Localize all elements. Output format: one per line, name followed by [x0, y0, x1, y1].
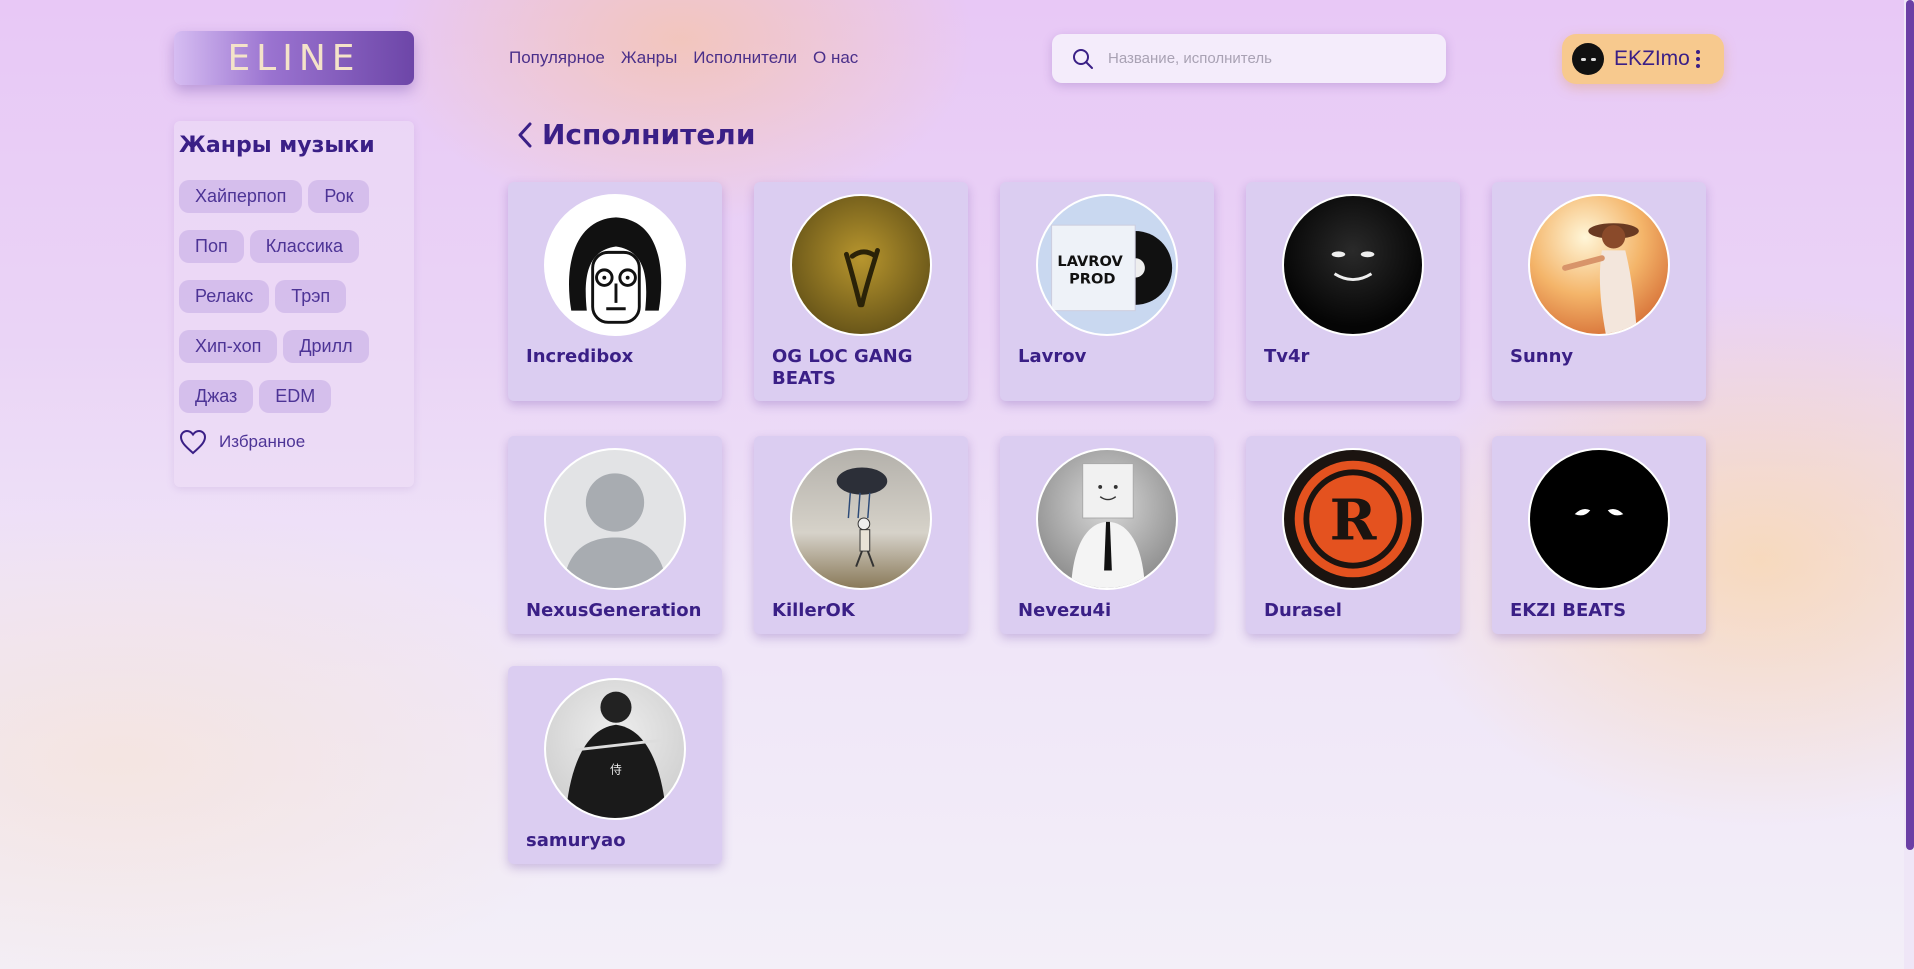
artist-name: Sunny — [1510, 346, 1574, 367]
svg-text:R: R — [1330, 487, 1378, 553]
logo[interactable]: ELINE — [174, 31, 414, 85]
artist-name: Lavrov — [1018, 346, 1087, 367]
page-title: Исполнители — [542, 118, 756, 151]
genre-chip[interactable]: Хип-хоп — [179, 330, 278, 363]
artist-card[interactable]: Incredibox — [508, 182, 722, 401]
artist-avatar: R — [1282, 448, 1424, 590]
genres-sidebar: Жанры музыки Хайперпоп Рок Поп Классика … — [174, 121, 414, 487]
svg-text:侍: 侍 — [610, 762, 622, 776]
back-chevron-icon[interactable] — [516, 121, 534, 149]
artist-avatar — [790, 194, 932, 336]
artist-avatar — [1528, 194, 1670, 336]
search-icon[interactable] — [1072, 48, 1094, 70]
scrollbar[interactable] — [1904, 0, 1914, 969]
page-header: Исполнители — [516, 118, 755, 151]
artist-card[interactable]: KillerOK — [754, 436, 968, 634]
artist-avatar — [790, 448, 932, 590]
artist-avatar — [544, 194, 686, 336]
artist-avatar: 侍 — [544, 678, 686, 820]
artist-card[interactable]: R Durasel — [1246, 436, 1460, 634]
search-input[interactable] — [1108, 50, 1428, 67]
artist-name: EKZI BEATS — [1510, 600, 1627, 621]
scrollbar-thumb[interactable] — [1906, 0, 1914, 850]
user-name: EKZImo — [1614, 47, 1690, 70]
artist-name: Incredibox — [526, 346, 634, 367]
genre-chip[interactable]: Хайперпоп — [179, 180, 303, 213]
artist-name: samuryao — [526, 830, 626, 851]
artist-avatar — [1282, 194, 1424, 336]
artists-grid: Incredibox OG LOC GANG BEATS LAVROV PROD… — [508, 182, 1706, 864]
artist-card[interactable]: Sunny — [1492, 182, 1706, 401]
artist-name: Nevezu4i — [1018, 600, 1112, 621]
sidebar-title: Жанры музыки — [179, 133, 375, 158]
nav-about[interactable]: О нас — [813, 48, 858, 68]
search-bar — [1052, 34, 1446, 83]
artist-name: Tv4r — [1264, 346, 1310, 367]
user-avatar — [1572, 43, 1604, 75]
artist-name: KillerOK — [772, 600, 855, 621]
nav-popular[interactable]: Популярное — [509, 48, 605, 68]
artist-name: OG LOC GANG BEATS — [772, 346, 913, 389]
artist-card[interactable]: OG LOC GANG BEATS — [754, 182, 968, 401]
artist-card[interactable]: NexusGeneration — [508, 436, 722, 634]
nav-genres[interactable]: Жанры — [621, 48, 677, 68]
artist-card[interactable]: Nevezu4i — [1000, 436, 1214, 634]
favorites-label: Избранное — [219, 432, 306, 451]
artist-avatar — [544, 448, 686, 590]
heart-icon — [179, 429, 207, 455]
artist-avatar — [1036, 448, 1178, 590]
main-nav: Популярное Жанры Исполнители О нас — [509, 48, 858, 68]
svg-text:PROD: PROD — [1069, 270, 1115, 287]
genre-chip[interactable]: Трэп — [275, 280, 347, 313]
svg-text:LAVROV: LAVROV — [1057, 253, 1123, 270]
artist-card[interactable]: EKZI BEATS — [1492, 436, 1706, 634]
favorites-link[interactable]: Избранное — [179, 429, 409, 455]
genre-chip[interactable]: Рок — [308, 180, 370, 213]
artist-card[interactable]: 侍 samuryao — [508, 666, 722, 864]
genre-chip[interactable]: Джаз — [179, 380, 254, 413]
genre-list: Хайперпоп Рок Поп Классика Релакс Трэп Х… — [179, 180, 409, 413]
logo-text: ELINE — [227, 37, 361, 79]
nav-artists[interactable]: Исполнители — [693, 48, 797, 68]
artist-avatar: LAVROV PROD — [1036, 194, 1178, 336]
genre-chip[interactable]: EDM — [259, 380, 332, 413]
genre-chip[interactable]: Дрилл — [283, 330, 369, 363]
genre-chip[interactable]: Релакс — [179, 280, 270, 313]
artist-card[interactable]: Tv4r — [1246, 182, 1460, 401]
genre-chip[interactable]: Поп — [179, 230, 244, 263]
artist-name: NexusGeneration — [526, 600, 702, 621]
more-vertical-icon[interactable] — [1695, 50, 1700, 68]
genre-chip[interactable]: Классика — [249, 230, 360, 263]
artist-avatar — [1528, 448, 1670, 590]
user-menu[interactable]: EKZImo — [1562, 34, 1724, 84]
artist-name: Durasel — [1264, 600, 1342, 621]
artist-card[interactable]: LAVROV PROD Lavrov — [1000, 182, 1214, 401]
